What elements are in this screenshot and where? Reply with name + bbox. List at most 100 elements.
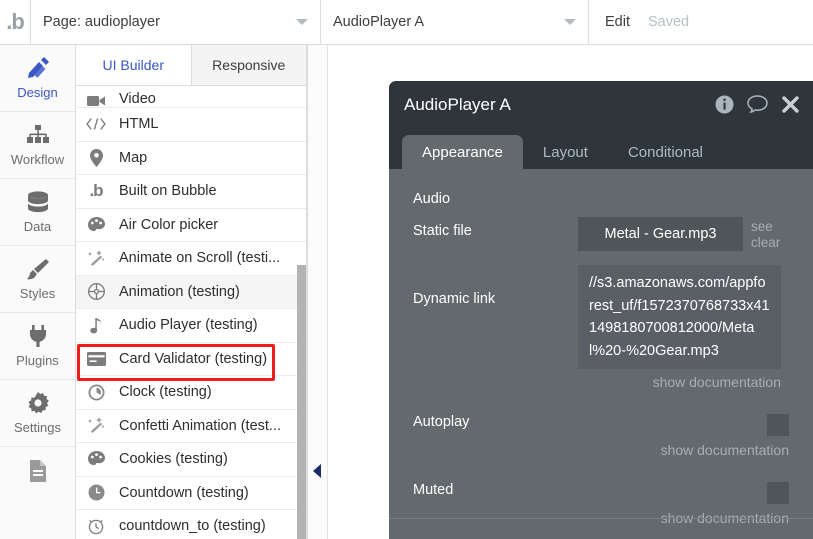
list-item-label: Built on Bubble [119, 183, 217, 199]
sidebar-item-label: Design [17, 85, 57, 100]
muted-checkbox[interactable] [767, 482, 789, 504]
design-pencil-ruler-icon [25, 56, 51, 80]
sidebar-item-label: Workflow [11, 152, 64, 167]
tab-label: UI Builder [103, 57, 164, 73]
list-item[interactable]: countdown_to (testing) [76, 510, 306, 539]
sidebar-item-styles[interactable]: Styles [0, 246, 75, 313]
list-item[interactable]: Video [76, 86, 306, 108]
panel-collapse-arrow-icon[interactable] [313, 464, 321, 478]
list-item-label: Map [119, 150, 147, 166]
left-nav: Design Workflow Data [0, 45, 76, 539]
sidebar-item-workflow[interactable]: Workflow [0, 112, 75, 179]
dialog-header: AudioPlayer A [389, 81, 813, 128]
film-reel-icon [86, 283, 106, 300]
list-item[interactable]: Animation (testing) [76, 276, 306, 310]
list-item-label: Animate on Scroll (testi... [119, 250, 280, 266]
sidebar-item-plugins[interactable]: Plugins [0, 313, 75, 380]
autoplay-checkbox[interactable] [767, 414, 789, 436]
muted-label: Muted [413, 482, 578, 498]
clock-icon [86, 384, 106, 401]
edit-status-area: Edit Saved [589, 0, 705, 44]
tab-ui-builder[interactable]: UI Builder [76, 45, 192, 85]
list-item-label: HTML [119, 116, 158, 132]
tab-label: Conditional [628, 144, 703, 161]
credit-card-icon [86, 352, 106, 366]
list-item-audio-player[interactable]: Audio Player (testing) [76, 309, 306, 343]
element-list: Video HTML Map .b [76, 86, 306, 539]
autoplay-show-documentation[interactable]: show documentation [413, 442, 789, 458]
sidebar-item-settings[interactable]: Settings [0, 380, 75, 447]
list-item[interactable]: Card Validator (testing) [76, 343, 306, 377]
code-brackets-icon [86, 118, 106, 130]
list-item-label: Confetti Animation (test... [119, 418, 281, 434]
tab-label: Layout [543, 144, 588, 161]
chevron-down-icon [564, 19, 576, 25]
tab-label: Responsive [212, 57, 285, 73]
list-item[interactable]: Map [76, 142, 306, 176]
list-item[interactable]: Clock (testing) [76, 376, 306, 410]
list-item[interactable]: Animate on Scroll (testi... [76, 242, 306, 276]
tab-layout[interactable]: Layout [523, 135, 608, 169]
palette-icon [86, 451, 106, 467]
tab-conditional[interactable]: Conditional [608, 135, 723, 169]
sidebar-item-design[interactable]: Design [0, 45, 75, 112]
list-item[interactable]: HTML [76, 108, 306, 142]
list-item[interactable]: .b Built on Bubble [76, 175, 306, 209]
comment-bubble-icon[interactable] [747, 95, 768, 114]
element-selector-label: AudioPlayer A [333, 14, 424, 30]
panel-scrollbar[interactable] [297, 265, 306, 539]
sidebar-item-label: Data [24, 219, 51, 234]
list-item-label: countdown_to (testing) [119, 518, 266, 534]
page-selector[interactable]: Page: audioplayer [31, 0, 321, 44]
styles-brush-icon [25, 257, 51, 281]
sidebar-item-data[interactable]: Data [0, 179, 75, 246]
panel-tabs: UI Builder Responsive [76, 45, 306, 86]
list-item-label: Countdown (testing) [119, 485, 249, 501]
list-item-label: Air Color picker [119, 217, 218, 233]
tab-responsive[interactable]: Responsive [192, 45, 307, 85]
audio-section-title: Audio [413, 191, 789, 207]
list-item-label: Clock (testing) [119, 384, 212, 400]
tab-appearance[interactable]: Appearance [402, 135, 523, 169]
edit-button[interactable]: Edit [605, 14, 630, 30]
close-icon[interactable] [781, 95, 800, 114]
palette-icon [86, 217, 106, 233]
sidebar-item-label: Plugins [16, 353, 59, 368]
static-file-see-link[interactable]: see [751, 219, 780, 234]
sidebar-item-label: Styles [20, 286, 55, 301]
app-logo[interactable]: .b [0, 0, 31, 44]
data-database-icon [25, 190, 51, 214]
autoplay-row: Autoplay [413, 414, 789, 436]
dynamic-link-label: Dynamic link [413, 265, 578, 307]
autoplay-label: Autoplay [413, 414, 578, 430]
list-item-label: Video [119, 91, 156, 107]
video-camera-icon [86, 95, 106, 107]
static-file-label: Static file [413, 217, 578, 239]
map-pin-icon [86, 149, 106, 167]
info-icon[interactable] [715, 95, 734, 114]
static-file-clear-link[interactable]: clear [751, 235, 780, 250]
dynamic-link-input[interactable]: //s3.amazonaws.com/appforest_uf/f1572370… [578, 265, 781, 369]
chevron-down-icon [296, 19, 308, 25]
element-selector[interactable]: AudioPlayer A [321, 0, 589, 44]
dialog-tabs: Appearance Layout Conditional [389, 128, 813, 169]
clock-filled-icon [86, 484, 106, 501]
dynamic-link-row: Dynamic link //s3.amazonaws.com/appfores… [413, 265, 789, 390]
list-item[interactable]: Confetti Animation (test... [76, 410, 306, 444]
property-editor-dialog: AudioPlayer A [389, 81, 813, 539]
plugins-plug-icon [25, 324, 51, 348]
list-item[interactable]: Countdown (testing) [76, 477, 306, 511]
dialog-body: Audio Static file Metal - Gear.mp3 see c… [389, 169, 813, 526]
top-bar: .b Page: audioplayer AudioPlayer A Edit … [0, 0, 813, 45]
list-item[interactable]: Air Color picker [76, 209, 306, 243]
list-item[interactable]: Cookies (testing) [76, 443, 306, 477]
dialog-divider [389, 518, 813, 519]
list-item-label: Audio Player (testing) [119, 317, 258, 333]
static-file-value-button[interactable]: Metal - Gear.mp3 [578, 217, 743, 251]
list-item-label: Animation (testing) [119, 284, 240, 300]
bubble-b-icon: .b [86, 181, 106, 201]
list-item-label: Card Validator (testing) [119, 351, 267, 367]
dynamic-link-show-documentation[interactable]: show documentation [578, 374, 781, 390]
tab-label: Appearance [422, 144, 503, 161]
sidebar-item-logs[interactable] [0, 447, 75, 499]
